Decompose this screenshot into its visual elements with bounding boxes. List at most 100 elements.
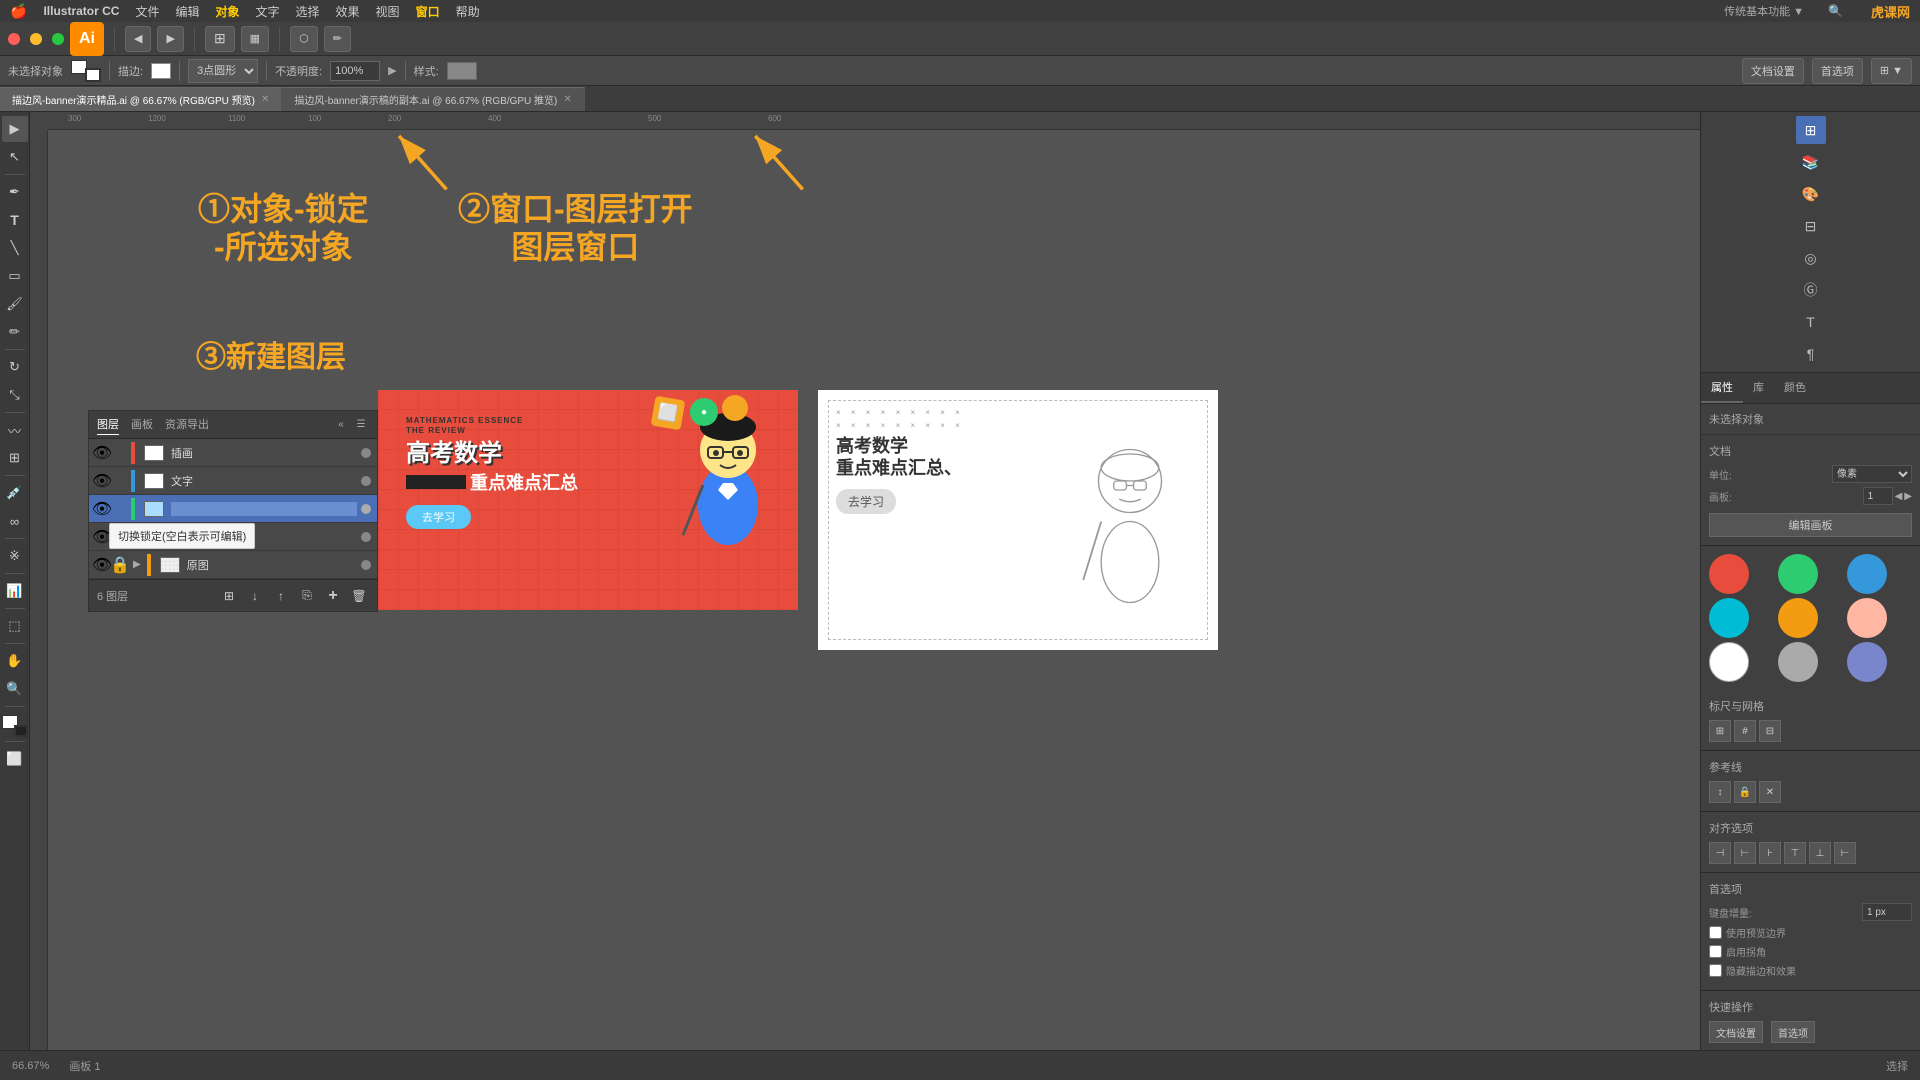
layer-colors-eye[interactable]: 👁 xyxy=(95,530,109,544)
change-screen-mode-btn[interactable]: ⬜ xyxy=(2,746,28,772)
layer-row-original[interactable]: 👁 🔒 ▶ 原图 xyxy=(89,551,377,579)
tab-libraries[interactable]: 库 xyxy=(1743,373,1774,403)
scale-tool[interactable]: ⤡ xyxy=(2,382,28,408)
swatch-blue[interactable] xyxy=(1847,554,1887,594)
swatch-cyan[interactable] xyxy=(1709,598,1749,638)
round-corners-checkbox[interactable] xyxy=(1709,945,1722,958)
artboard-number-input[interactable] xyxy=(1863,487,1893,505)
rotate-tool[interactable]: ↻ xyxy=(2,354,28,380)
align-left-btn[interactable]: ⊣ xyxy=(1709,842,1731,864)
preferences-toolbar-btn[interactable]: 首选项 xyxy=(1812,58,1863,84)
tab-properties[interactable]: 属性 xyxy=(1701,373,1743,403)
history-forward-btn[interactable]: ▶ xyxy=(157,26,183,52)
line-tool[interactable]: ╲ xyxy=(2,235,28,261)
layers-tab-assets[interactable]: 资源导出 xyxy=(165,414,209,435)
swatch-red[interactable] xyxy=(1709,554,1749,594)
artboard-tool[interactable]: ⬚ xyxy=(2,613,28,639)
swatch-salmon[interactable] xyxy=(1847,598,1887,638)
warp-tool[interactable]: 〰 xyxy=(2,417,28,443)
tab-1[interactable]: 描边风-banner演示精品.ai @ 66.67% (RGB/GPU 预览) … xyxy=(0,87,282,111)
guide-lock-btn[interactable]: 🔒 xyxy=(1734,781,1756,803)
artboard-prev[interactable]: ◀ xyxy=(1895,491,1903,502)
layer-copy-btn[interactable]: ⎘ xyxy=(297,586,317,606)
zoom-tool[interactable]: 🔍 xyxy=(2,676,28,702)
ruler-toggle-btn[interactable]: ⊞ xyxy=(1709,720,1731,742)
layer-active-eye[interactable]: 👁 xyxy=(95,502,109,516)
paintbrush-tool[interactable]: 🖌 xyxy=(2,291,28,317)
history-back-btn[interactable]: ◀ xyxy=(125,26,151,52)
menu-edit[interactable]: 编辑 xyxy=(175,3,199,20)
menu-file[interactable]: 文件 xyxy=(135,3,159,20)
style-preview[interactable] xyxy=(447,62,477,80)
layer-move-up-btn[interactable]: ↑ xyxy=(271,586,291,606)
fullscreen-button[interactable] xyxy=(52,33,64,45)
swatch-orange[interactable] xyxy=(1778,598,1818,638)
artboard-next[interactable]: ▶ xyxy=(1904,491,1912,502)
menu-object[interactable]: 对象 xyxy=(215,3,239,20)
pencil-tool[interactable]: ✏ xyxy=(2,319,28,345)
layers-menu-btn[interactable]: ☰ xyxy=(353,417,369,433)
menu-window[interactable]: 窗口 xyxy=(416,3,440,20)
swatch-green[interactable] xyxy=(1778,554,1818,594)
layer-text-eye[interactable]: 👁 xyxy=(95,474,109,488)
arrange-btn[interactable]: ▦ xyxy=(241,26,269,52)
eyedropper-tool[interactable]: 💉 xyxy=(2,480,28,506)
transform-btn[interactable]: ⬡ xyxy=(290,26,318,52)
arrange-toolbar-btn[interactable]: ⊞ ▼ xyxy=(1871,58,1912,84)
snap-grid-btn[interactable]: ⊟ xyxy=(1759,720,1781,742)
layer-row-active[interactable]: 👁 切换锁定(空白表示可编辑) xyxy=(89,495,377,523)
banner-cta-button[interactable]: 去学习 xyxy=(406,505,471,529)
layer-painting-name[interactable]: 插画 xyxy=(171,445,357,461)
layers-tab-layers[interactable]: 图层 xyxy=(97,414,119,435)
column-graph-tool[interactable]: 📊 xyxy=(2,578,28,604)
menu-help[interactable]: 帮助 xyxy=(456,3,480,20)
close-button[interactable] xyxy=(8,33,20,45)
layers-collapse-btn[interactable]: « xyxy=(333,417,349,433)
layer-colors-dot[interactable] xyxy=(361,532,371,542)
minimize-button[interactable] xyxy=(30,33,42,45)
menu-effect[interactable]: 效果 xyxy=(336,3,360,20)
zoom-level[interactable]: 66.67% xyxy=(12,1060,49,1072)
layer-move-down-btn[interactable]: ↓ xyxy=(245,586,265,606)
tab-1-close[interactable]: ✕ xyxy=(261,94,269,105)
layer-painting-dot[interactable] xyxy=(361,448,371,458)
round-corners-label[interactable]: 启用拐角 xyxy=(1709,944,1912,959)
layer-text-dot[interactable] xyxy=(361,476,371,486)
menu-select[interactable]: 选择 xyxy=(296,3,320,20)
layer-original-dot[interactable] xyxy=(361,560,371,570)
type-panel-btn[interactable]: T xyxy=(1796,308,1826,336)
layer-original-name[interactable]: 原图 xyxy=(187,557,357,573)
direct-select-tool[interactable]: ↖ xyxy=(2,144,28,170)
use-preview-label[interactable]: 使用预览边界 xyxy=(1709,925,1912,940)
selection-tool[interactable]: ▶ xyxy=(2,116,28,142)
align-center-btn[interactable]: ⊢ xyxy=(1734,842,1756,864)
doc-settings-toolbar-btn[interactable]: 文档设置 xyxy=(1742,58,1804,84)
align-top-btn[interactable]: ⊤ xyxy=(1784,842,1806,864)
quick-preferences-btn[interactable]: 首选项 xyxy=(1771,1021,1815,1043)
appearance-panel-btn[interactable]: ◎ xyxy=(1796,244,1826,272)
paragraph-panel-btn[interactable]: ¶ xyxy=(1796,340,1826,368)
properties-panel-btn[interactable]: ⊞ xyxy=(1796,116,1826,144)
stroke-color-picker[interactable] xyxy=(151,63,171,79)
color-panel-btn[interactable]: 🎨 xyxy=(1796,180,1826,208)
free-transform-tool[interactable]: ⊞ xyxy=(2,445,28,471)
pen-btn[interactable]: ✏ xyxy=(324,26,351,52)
layer-original-lock[interactable]: 🔒 xyxy=(113,558,127,572)
guide-show-btn[interactable]: ↕ xyxy=(1709,781,1731,803)
fill-stroke-tool[interactable] xyxy=(2,715,28,737)
tab-color[interactable]: 颜色 xyxy=(1774,373,1816,403)
type-tool[interactable]: T xyxy=(2,207,28,233)
rect-tool[interactable]: ▭ xyxy=(2,263,28,289)
stroke-box[interactable] xyxy=(85,68,101,82)
quick-doc-settings-btn[interactable]: 文档设置 xyxy=(1709,1021,1763,1043)
tab-2-close[interactable]: ✕ xyxy=(563,94,571,105)
app-name-menu[interactable]: Illustrator CC xyxy=(43,4,119,18)
hide-edges-checkbox[interactable] xyxy=(1709,964,1722,977)
pen-tool[interactable]: ✒ xyxy=(2,179,28,205)
layer-row-text[interactable]: 👁 文字 xyxy=(89,467,377,495)
stroke-style-select[interactable]: 3点圆形 xyxy=(188,59,258,83)
unit-select[interactable]: 像素 xyxy=(1832,465,1912,483)
layer-active-lock[interactable] xyxy=(113,502,127,516)
nudge-input[interactable] xyxy=(1862,903,1912,921)
opacity-input[interactable] xyxy=(330,61,380,81)
